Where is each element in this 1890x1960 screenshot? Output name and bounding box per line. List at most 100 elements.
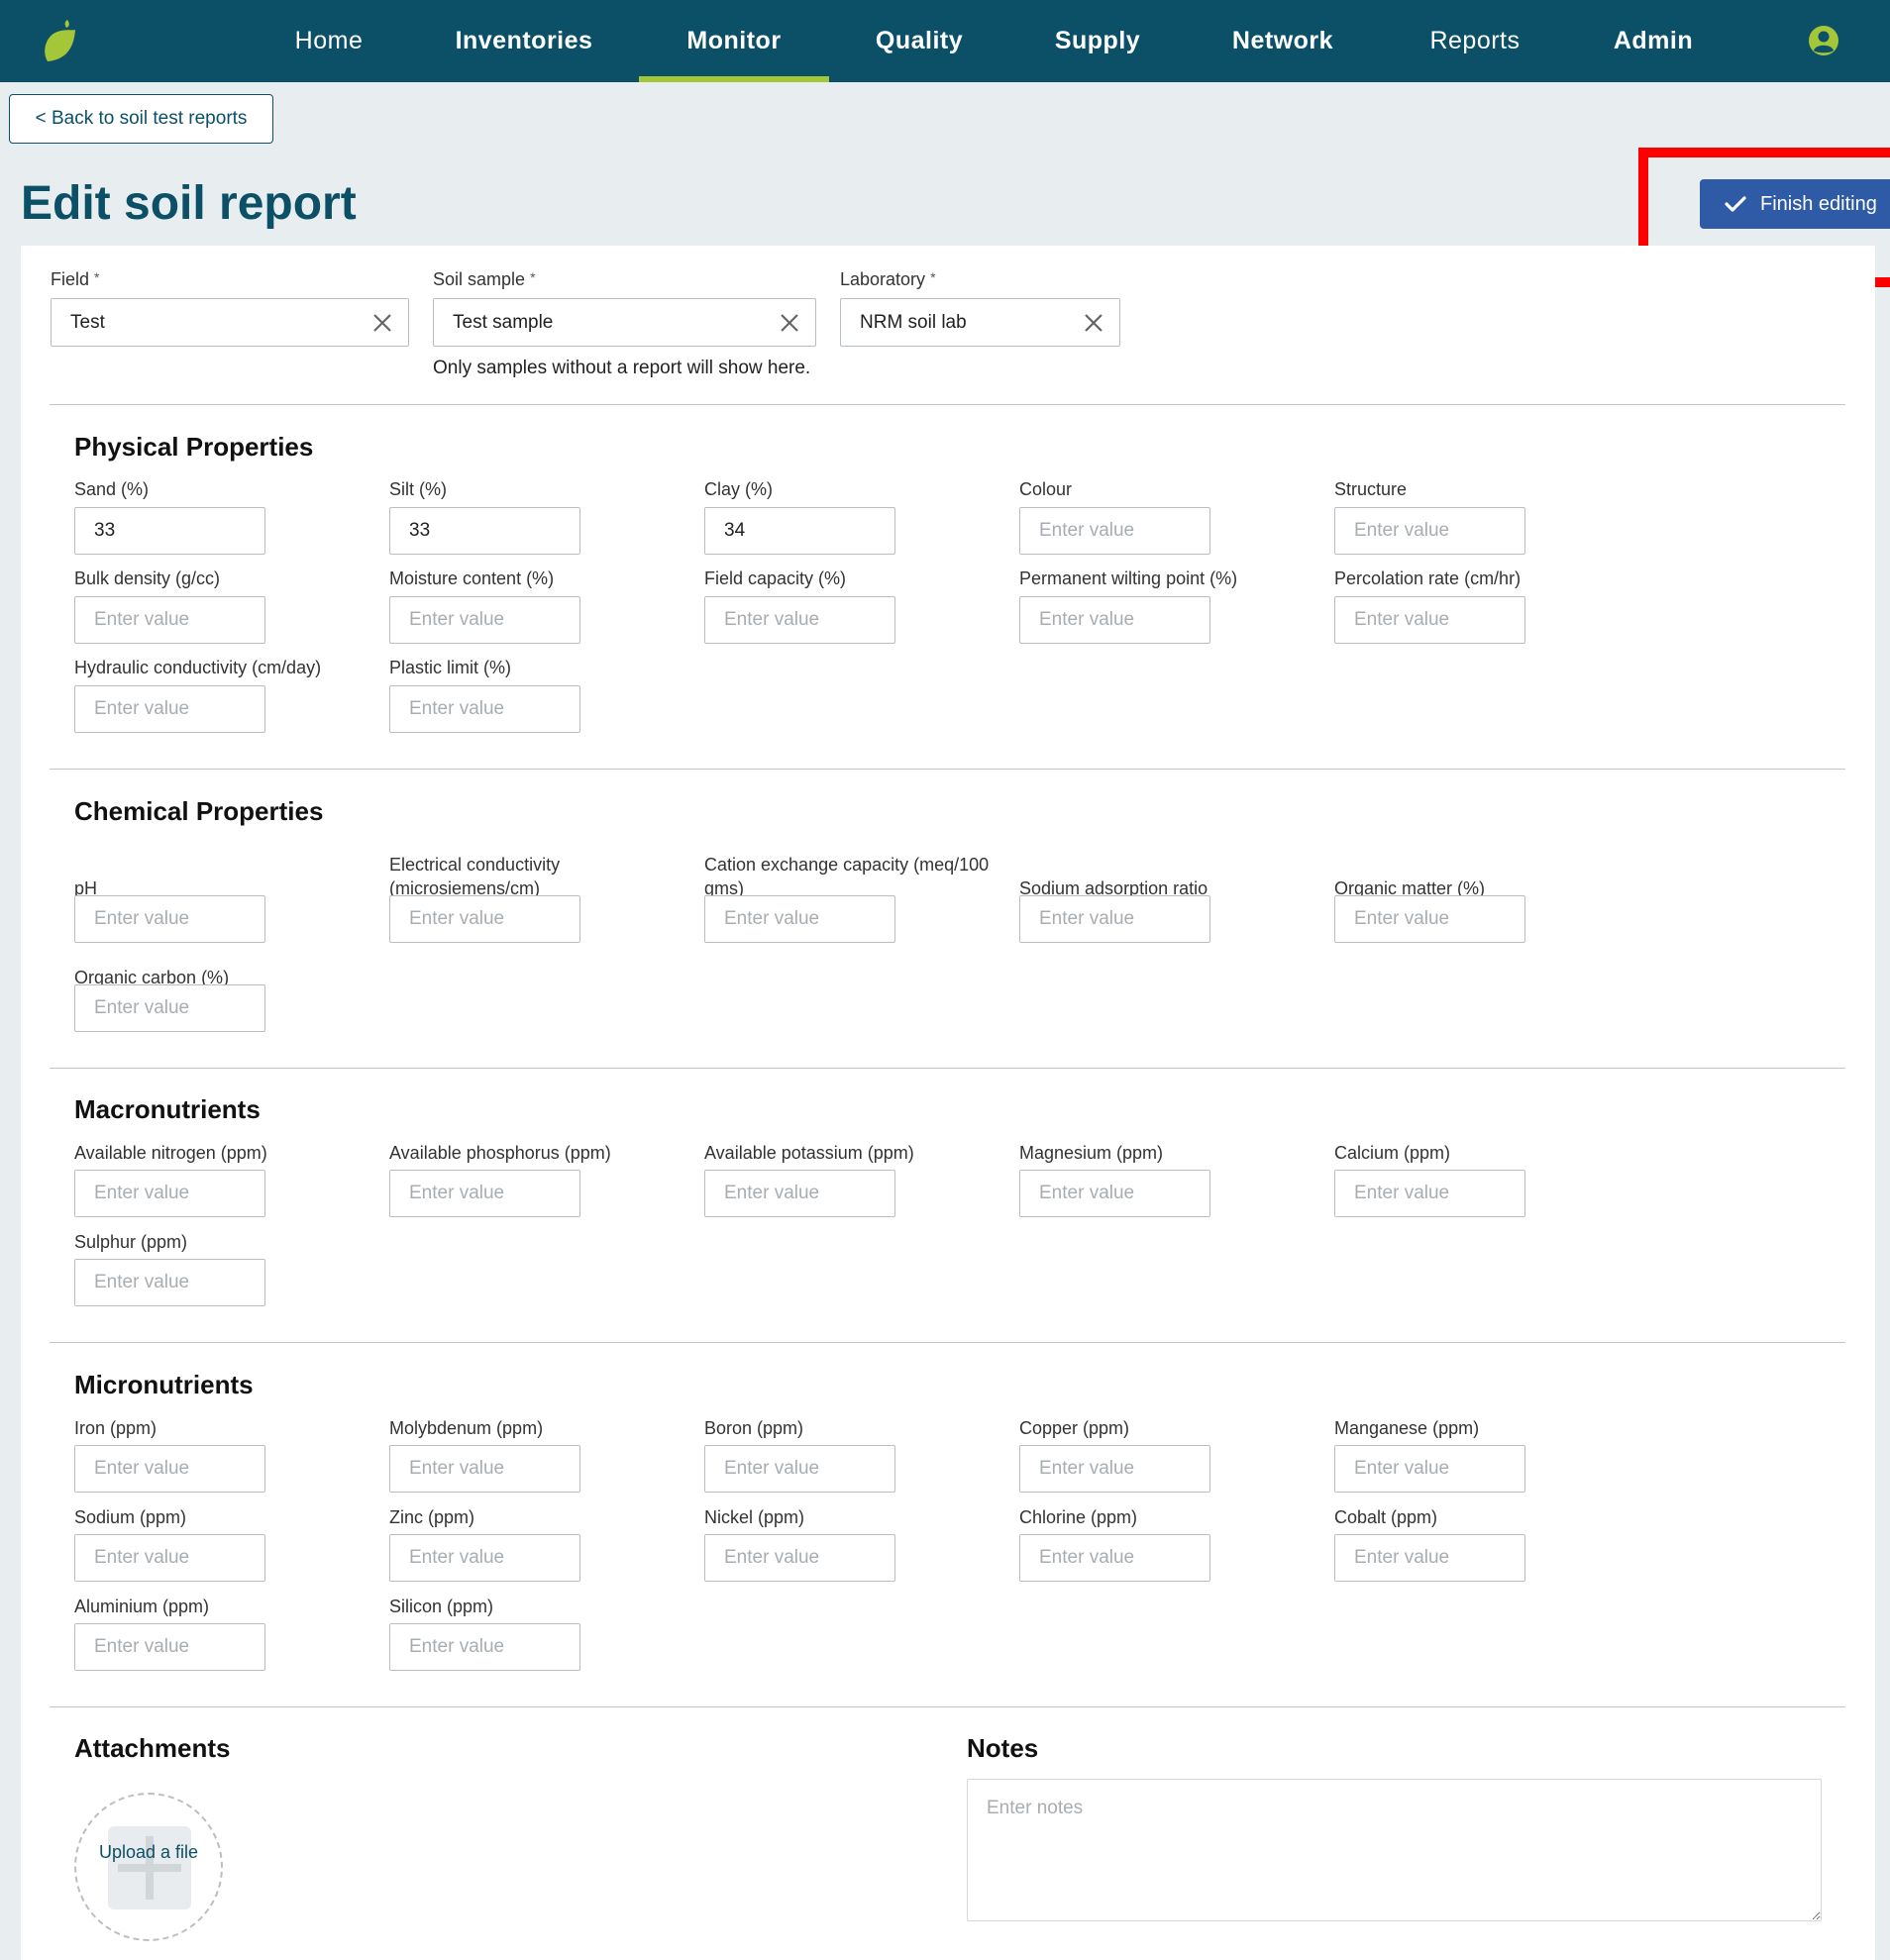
value-input[interactable]	[74, 1170, 265, 1217]
field-label: Electrical conductivity (microsiemens/cm…	[389, 855, 561, 898]
value-input[interactable]	[1334, 507, 1525, 555]
nav-quality[interactable]: Quality	[860, 0, 979, 82]
value-input[interactable]	[389, 685, 580, 733]
close-icon[interactable]	[372, 313, 392, 333]
notes-title: Notes	[967, 1733, 1039, 1763]
field-label: Molybdenum (ppm)	[389, 1418, 544, 1438]
value-input[interactable]	[704, 596, 895, 644]
nav-monitor[interactable]: Monitor	[639, 0, 829, 82]
value-input[interactable]	[1019, 596, 1210, 644]
value-input[interactable]	[389, 1445, 580, 1493]
field-label: Sand (%)	[74, 479, 150, 499]
value-input[interactable]	[74, 1534, 265, 1582]
close-icon[interactable]	[1084, 313, 1103, 333]
nav-home[interactable]: Home	[269, 0, 388, 82]
value-input[interactable]	[1019, 1445, 1210, 1493]
field-label: Field capacity (%)	[704, 568, 847, 588]
field-label: Zinc (ppm)	[389, 1507, 475, 1527]
divider	[50, 1068, 1845, 1069]
field-label: Chlorine (ppm)	[1019, 1507, 1138, 1527]
nav-menu: Home Inventories Monitor Quality Supply …	[0, 0, 1890, 82]
field-label: Copper (ppm)	[1019, 1418, 1130, 1438]
field-label: Field *	[51, 269, 100, 289]
field-label: Moisture content (%)	[389, 568, 555, 588]
field-label: Structure	[1334, 479, 1408, 499]
field-label: Sodium (ppm)	[74, 1507, 187, 1527]
field-label: Silicon (ppm)	[389, 1597, 494, 1616]
laboratory-select[interactable]: NRM soil lab	[840, 298, 1120, 347]
back-to-reports-button[interactable]: < Back to soil test reports	[9, 94, 273, 144]
value-input[interactable]	[1334, 596, 1525, 644]
value-input[interactable]	[74, 984, 265, 1032]
field-label: Cation exchange capacity (meq/100 gms)	[704, 855, 990, 898]
value-input[interactable]	[1334, 1170, 1525, 1217]
value-input[interactable]	[1334, 895, 1525, 943]
value-input[interactable]	[389, 895, 580, 943]
value-input[interactable]	[74, 1445, 265, 1493]
value-input[interactable]	[704, 1534, 895, 1582]
value-input[interactable]	[74, 507, 265, 555]
value-input[interactable]	[389, 1170, 580, 1217]
field-label: Clay (%)	[704, 479, 774, 499]
field-label: Permanent wilting point (%)	[1019, 568, 1238, 588]
user-circle-icon[interactable]	[1807, 24, 1840, 57]
field-label: Nickel (ppm)	[704, 1507, 805, 1527]
value-input[interactable]	[1334, 1534, 1525, 1582]
nav-reports[interactable]: Reports	[1407, 0, 1543, 82]
form-card	[21, 246, 1875, 1960]
field-select[interactable]: Test	[51, 298, 409, 347]
soil-sample-label: Soil sample *	[433, 269, 536, 289]
value-input[interactable]	[1334, 1445, 1525, 1493]
notes-textarea[interactable]	[967, 1779, 1822, 1921]
micronutrients-title: Micronutrients	[74, 1370, 254, 1399]
value-input[interactable]	[74, 1623, 265, 1671]
page-title: Edit soil report	[21, 177, 357, 230]
soil-sample-select[interactable]: Test sample	[433, 298, 816, 347]
chemical-properties-title: Chemical Properties	[74, 796, 324, 826]
field-label: Plastic limit (%)	[389, 658, 512, 677]
value-input[interactable]	[1019, 1534, 1210, 1582]
physical-properties-title: Physical Properties	[74, 432, 314, 462]
value-input[interactable]	[1019, 507, 1210, 555]
divider	[50, 1706, 1845, 1707]
nav-admin[interactable]: Admin	[1595, 0, 1712, 82]
attachments-title: Attachments	[74, 1733, 231, 1763]
upload-label: Upload a file	[98, 1842, 199, 1862]
laboratory-label: Laboratory *	[840, 269, 936, 289]
value-input[interactable]	[704, 895, 895, 943]
nav-network[interactable]: Network	[1216, 0, 1349, 82]
divider	[50, 1342, 1845, 1343]
value-input[interactable]	[74, 1259, 265, 1306]
value-input[interactable]	[1019, 1170, 1210, 1217]
value-input[interactable]	[1019, 895, 1210, 943]
value-input[interactable]	[389, 1623, 580, 1671]
top-nav: Home Inventories Monitor Quality Supply …	[0, 0, 1890, 82]
field-label: Bulk density (g/cc)	[74, 568, 221, 588]
field-label: Silt (%)	[389, 479, 447, 499]
value-input[interactable]	[74, 596, 265, 644]
divider	[50, 404, 1845, 405]
field-label: Magnesium (ppm)	[1019, 1143, 1164, 1163]
nav-supply[interactable]: Supply	[1038, 0, 1157, 82]
nav-inventories[interactable]: Inventories	[444, 0, 604, 82]
macronutrients-title: Macronutrients	[74, 1094, 261, 1124]
value-input[interactable]	[389, 1534, 580, 1582]
value-input[interactable]	[389, 507, 580, 555]
field-label: Available phosphorus (ppm)	[389, 1143, 611, 1163]
value-input[interactable]	[704, 1445, 895, 1493]
value-input[interactable]	[74, 685, 265, 733]
upload-file-button[interactable]: Upload a file	[74, 1793, 223, 1941]
field-label: Iron (ppm)	[74, 1418, 158, 1438]
close-icon[interactable]	[780, 313, 799, 333]
field-label: Available nitrogen (ppm)	[74, 1143, 267, 1163]
field-label: Hydraulic conductivity (cm/day)	[74, 658, 322, 677]
value-input[interactable]	[704, 1170, 895, 1217]
field-label: Aluminium (ppm)	[74, 1597, 210, 1616]
field-label: Cobalt (ppm)	[1334, 1507, 1438, 1527]
soil-sample-hint: Only samples without a report will show …	[433, 358, 811, 378]
value-input[interactable]	[74, 895, 265, 943]
field-value: Test	[70, 311, 105, 333]
field-label: Manganese (ppm)	[1334, 1418, 1480, 1438]
value-input[interactable]	[704, 507, 895, 555]
value-input[interactable]	[389, 596, 580, 644]
